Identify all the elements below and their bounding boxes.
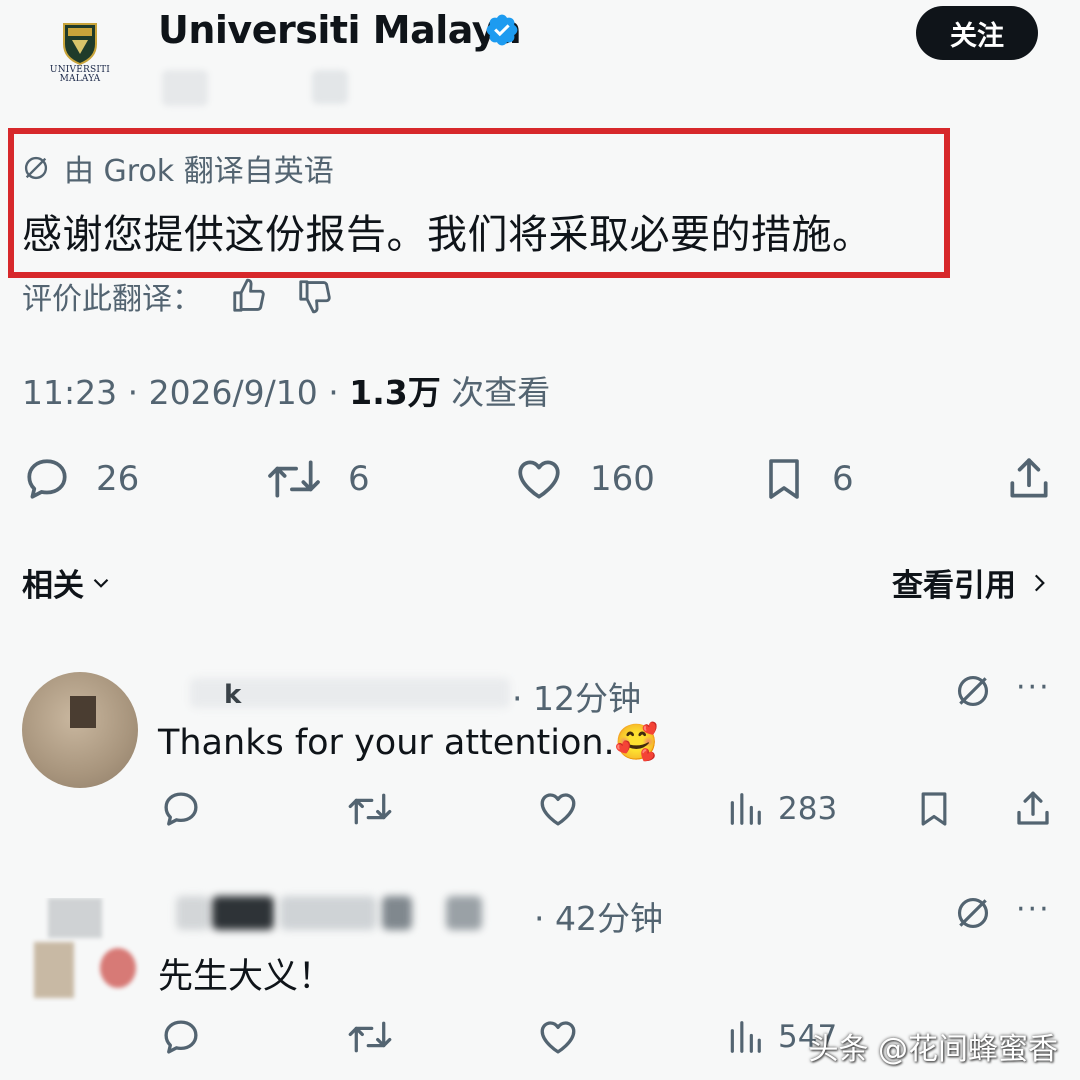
blurred-username (212, 896, 274, 930)
analytics-icon (730, 1021, 761, 1053)
view-count: 1.3万 (349, 373, 441, 412)
avatar[interactable] (22, 672, 138, 788)
more-options-icon[interactable]: ··· (1016, 892, 1051, 927)
grok-icon[interactable] (954, 894, 992, 932)
reply-text-body: Thanks for your attention. (158, 723, 615, 763)
bookmark-icon (921, 792, 947, 826)
reply-action[interactable]: 26 (22, 454, 139, 504)
avatar[interactable] (30, 898, 140, 1002)
quotes-label: 查看引用 (892, 568, 1016, 604)
blurred-handle (162, 70, 208, 106)
heart-icon (540, 793, 576, 826)
blurred-username (176, 896, 210, 930)
grok-icon[interactable] (954, 672, 992, 710)
blurred-username (446, 896, 482, 930)
thumbs-down-icon[interactable] (296, 277, 334, 315)
blurred-handle (312, 70, 348, 104)
share-icon (1010, 458, 1048, 498)
reply-icon (164, 1020, 198, 1054)
related-label: 相关 (22, 568, 84, 604)
translation-header: 由 Grok 翻译自英语 (22, 146, 334, 190)
view-count: 283 (778, 791, 838, 827)
heart-icon (540, 1021, 576, 1054)
share-action[interactable] (1012, 788, 1054, 830)
reply-text: 先生大义！ (158, 957, 334, 997)
repost-icon (348, 1021, 392, 1053)
chevron-right-icon (1034, 574, 1045, 591)
like-action[interactable] (536, 788, 580, 830)
thumbs-up-icon[interactable] (230, 277, 268, 315)
rate-label: 评价此翻译： (22, 282, 202, 317)
reply-time[interactable]: · 42分钟 (534, 892, 663, 940)
post-meta: 11:23 · 2026/9/10 · 1.3万 次查看 (22, 366, 550, 414)
repost-action[interactable]: 6 (264, 454, 370, 504)
repost-action[interactable] (346, 788, 394, 830)
bookmark-action[interactable] (914, 788, 954, 830)
analytics-icon (730, 793, 761, 825)
repost-action[interactable] (346, 1016, 394, 1058)
view-quotes-link[interactable]: 查看引用 (892, 560, 1052, 605)
like-action[interactable]: 160 (512, 454, 655, 504)
like-action[interactable] (536, 1016, 580, 1058)
account-name[interactable]: Universiti Malaya (158, 8, 522, 52)
bookmark-icon (769, 459, 799, 499)
logo-text-2: MALAYA (59, 74, 101, 84)
share-icon (1017, 791, 1049, 825)
rate-translation: 评价此翻译： (22, 274, 334, 318)
repost-count: 6 (348, 459, 370, 499)
blurred-username (280, 896, 376, 930)
like-count: 160 (590, 459, 655, 499)
smiling-hearts-emoji-icon: 🥰 (614, 723, 659, 763)
reply-action[interactable] (160, 788, 202, 830)
reply-text: Thanks for your attention.🥰 (158, 722, 658, 763)
related-dropdown[interactable]: 相关 (22, 560, 114, 605)
chevron-down-icon (93, 578, 109, 588)
bookmark-count: 6 (832, 459, 854, 499)
heart-icon (518, 460, 560, 499)
reply-icon (164, 792, 198, 826)
reply-icon (27, 459, 67, 499)
post-timestamp[interactable]: 11:23 · 2026/9/10 · (22, 373, 349, 412)
university-logo[interactable]: UNIVERSITI MALAYA (40, 20, 120, 92)
translated-text: 感谢您提供这份报告。我们将采取必要的措施。 (22, 212, 873, 258)
follow-button[interactable]: 关注 (916, 6, 1038, 60)
shield-crest-icon (63, 23, 97, 66)
reply-count: 26 (96, 459, 140, 499)
bookmark-action[interactable]: 6 (760, 454, 854, 504)
views-action[interactable]: 283 (726, 788, 837, 830)
more-options-icon[interactable]: ··· (1016, 670, 1051, 705)
reply-time[interactable]: · 12分钟 (512, 672, 641, 720)
blurred-username (382, 896, 412, 930)
repost-icon (268, 460, 320, 498)
view-label: 次查看 (440, 373, 551, 412)
grok-icon (24, 156, 48, 180)
translation-source: 由 Grok 翻译自英语 (64, 154, 334, 189)
repost-icon (348, 793, 392, 825)
username-fragment: k (224, 680, 242, 710)
verified-badge-icon (484, 12, 520, 48)
share-action[interactable] (1004, 454, 1054, 504)
reply-action[interactable] (160, 1016, 202, 1058)
watermark: 头条 @花间蜂蜜香 (808, 1032, 1058, 1067)
